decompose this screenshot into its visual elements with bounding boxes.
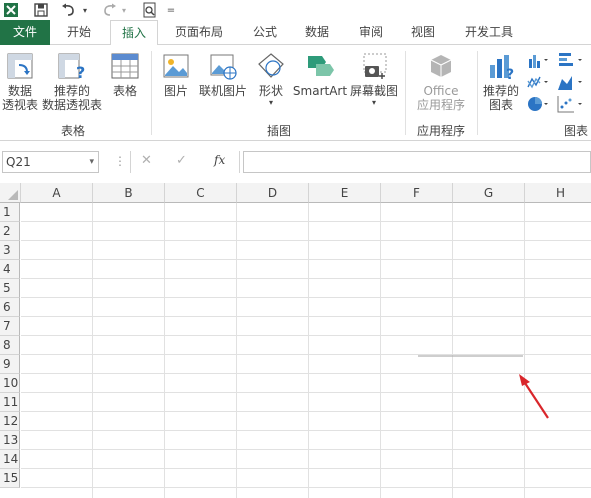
annotation-overlay [418, 355, 549, 419]
red-arrow-icon [519, 374, 549, 419]
